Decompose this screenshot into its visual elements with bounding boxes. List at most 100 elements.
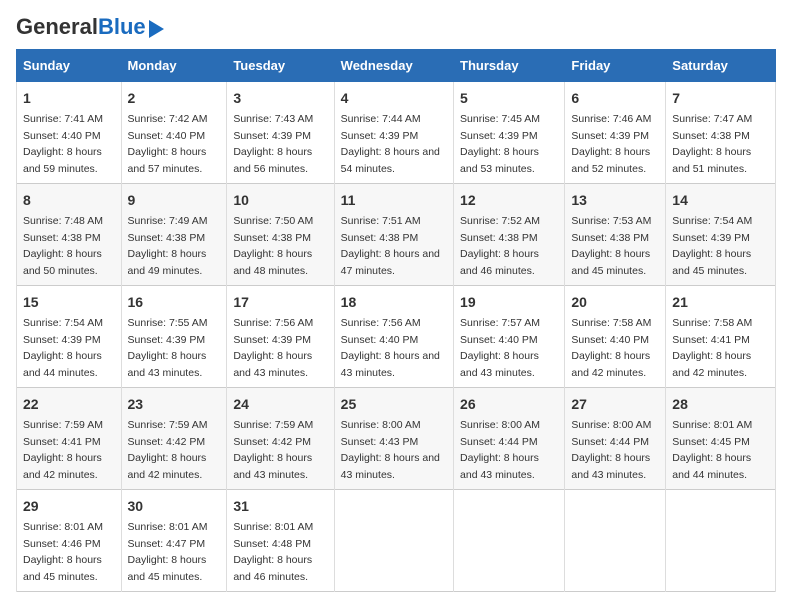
day-info: Sunrise: 7:57 AMSunset: 4:40 PMDaylight:… bbox=[460, 317, 540, 379]
calendar-cell: 19 Sunrise: 7:57 AMSunset: 4:40 PMDayligh… bbox=[454, 286, 565, 388]
day-info: Sunrise: 7:44 AMSunset: 4:39 PMDaylight:… bbox=[341, 113, 440, 175]
calendar-cell: 30 Sunrise: 8:01 AMSunset: 4:47 PMDayligh… bbox=[121, 490, 227, 592]
calendar-cell bbox=[666, 490, 776, 592]
day-number: 25 bbox=[341, 394, 447, 415]
day-info: Sunrise: 8:01 AMSunset: 4:46 PMDaylight:… bbox=[23, 521, 103, 583]
calendar-cell: 17 Sunrise: 7:56 AMSunset: 4:39 PMDayligh… bbox=[227, 286, 334, 388]
day-number: 4 bbox=[341, 88, 447, 109]
calendar-cell: 3 Sunrise: 7:43 AMSunset: 4:39 PMDaylight… bbox=[227, 82, 334, 184]
calendar-cell: 24Sunrise: 7:59 AMSunset: 4:42 PMDayligh… bbox=[227, 388, 334, 490]
calendar-cell: 6 Sunrise: 7:46 AMSunset: 4:39 PMDaylight… bbox=[565, 82, 666, 184]
calendar-cell: 27Sunrise: 8:00 AMSunset: 4:44 PMDayligh… bbox=[565, 388, 666, 490]
day-number: 26 bbox=[460, 394, 558, 415]
day-info: Sunrise: 7:48 AMSunset: 4:38 PMDaylight:… bbox=[23, 215, 103, 277]
day-number: 29 bbox=[23, 496, 115, 517]
day-info: Sunrise: 7:52 AMSunset: 4:38 PMDaylight:… bbox=[460, 215, 540, 277]
calendar-cell: 13Sunrise: 7:53 AMSunset: 4:38 PMDayligh… bbox=[565, 184, 666, 286]
calendar-cell: 21 Sunrise: 7:58 AMSunset: 4:41 PMDayligh… bbox=[666, 286, 776, 388]
day-info: Sunrise: 7:59 AMSunset: 4:42 PMDaylight:… bbox=[128, 419, 208, 481]
day-info: Sunrise: 7:46 AMSunset: 4:39 PMDaylight:… bbox=[571, 113, 651, 175]
day-info: Sunrise: 8:01 AMSunset: 4:45 PMDaylight:… bbox=[672, 419, 752, 481]
calendar-cell: 23 Sunrise: 7:59 AMSunset: 4:42 PMDayligh… bbox=[121, 388, 227, 490]
day-info: Sunrise: 8:00 AMSunset: 4:43 PMDaylight:… bbox=[341, 419, 440, 481]
calendar-cell: 8 Sunrise: 7:48 AMSunset: 4:38 PMDaylight… bbox=[17, 184, 122, 286]
col-header-wednesday: Wednesday bbox=[334, 50, 453, 82]
day-number: 30 bbox=[128, 496, 221, 517]
day-info: Sunrise: 8:01 AMSunset: 4:48 PMDaylight:… bbox=[233, 521, 313, 583]
day-info: Sunrise: 7:59 AMSunset: 4:41 PMDaylight:… bbox=[23, 419, 103, 481]
calendar-cell: 18 Sunrise: 7:56 AMSunset: 4:40 PMDayligh… bbox=[334, 286, 453, 388]
day-number: 1 bbox=[23, 88, 115, 109]
calendar-week-5: 29 Sunrise: 8:01 AMSunset: 4:46 PMDayligh… bbox=[17, 490, 776, 592]
calendar-cell: 12 Sunrise: 7:52 AMSunset: 4:38 PMDayligh… bbox=[454, 184, 565, 286]
day-info: Sunrise: 7:58 AMSunset: 4:41 PMDaylight:… bbox=[672, 317, 752, 379]
header: GeneralBlue bbox=[16, 16, 776, 39]
day-info: Sunrise: 8:00 AMSunset: 4:44 PMDaylight:… bbox=[460, 419, 540, 481]
day-info: Sunrise: 7:58 AMSunset: 4:40 PMDaylight:… bbox=[571, 317, 651, 379]
day-number: 22 bbox=[23, 394, 115, 415]
col-header-thursday: Thursday bbox=[454, 50, 565, 82]
calendar-cell: 15 Sunrise: 7:54 AMSunset: 4:39 PMDayligh… bbox=[17, 286, 122, 388]
day-info: Sunrise: 7:50 AMSunset: 4:38 PMDaylight:… bbox=[233, 215, 313, 277]
day-number: 23 bbox=[128, 394, 221, 415]
day-info: Sunrise: 7:41 AMSunset: 4:40 PMDaylight:… bbox=[23, 113, 103, 175]
col-header-saturday: Saturday bbox=[666, 50, 776, 82]
calendar-table: SundayMondayTuesdayWednesdayThursdayFrid… bbox=[16, 49, 776, 592]
day-info: Sunrise: 7:54 AMSunset: 4:39 PMDaylight:… bbox=[23, 317, 103, 379]
day-number: 31 bbox=[233, 496, 327, 517]
day-number: 14 bbox=[672, 190, 769, 211]
calendar-week-3: 15 Sunrise: 7:54 AMSunset: 4:39 PMDayligh… bbox=[17, 286, 776, 388]
logo: GeneralBlue bbox=[16, 16, 146, 39]
calendar-cell: 20 Sunrise: 7:58 AMSunset: 4:40 PMDayligh… bbox=[565, 286, 666, 388]
day-number: 18 bbox=[341, 292, 447, 313]
day-number: 12 bbox=[460, 190, 558, 211]
logo-text: GeneralBlue bbox=[16, 14, 146, 39]
day-info: Sunrise: 7:56 AMSunset: 4:39 PMDaylight:… bbox=[233, 317, 313, 379]
calendar-cell bbox=[565, 490, 666, 592]
day-number: 16 bbox=[128, 292, 221, 313]
calendar-cell: 10Sunrise: 7:50 AMSunset: 4:38 PMDayligh… bbox=[227, 184, 334, 286]
calendar-cell: 22 Sunrise: 7:59 AMSunset: 4:41 PMDayligh… bbox=[17, 388, 122, 490]
day-number: 9 bbox=[128, 190, 221, 211]
day-number: 8 bbox=[23, 190, 115, 211]
calendar-cell: 5Sunrise: 7:45 AMSunset: 4:39 PMDaylight… bbox=[454, 82, 565, 184]
day-info: Sunrise: 8:01 AMSunset: 4:47 PMDaylight:… bbox=[128, 521, 208, 583]
day-info: Sunrise: 7:55 AMSunset: 4:39 PMDaylight:… bbox=[128, 317, 208, 379]
col-header-friday: Friday bbox=[565, 50, 666, 82]
calendar-cell: 31 Sunrise: 8:01 AMSunset: 4:48 PMDayligh… bbox=[227, 490, 334, 592]
day-info: Sunrise: 7:43 AMSunset: 4:39 PMDaylight:… bbox=[233, 113, 313, 175]
calendar-cell: 7 Sunrise: 7:47 AMSunset: 4:38 PMDaylight… bbox=[666, 82, 776, 184]
day-number: 21 bbox=[672, 292, 769, 313]
day-info: Sunrise: 7:47 AMSunset: 4:38 PMDaylight:… bbox=[672, 113, 752, 175]
calendar-cell: 16 Sunrise: 7:55 AMSunset: 4:39 PMDayligh… bbox=[121, 286, 227, 388]
calendar-week-2: 8 Sunrise: 7:48 AMSunset: 4:38 PMDaylight… bbox=[17, 184, 776, 286]
calendar-cell: 29 Sunrise: 8:01 AMSunset: 4:46 PMDayligh… bbox=[17, 490, 122, 592]
calendar-week-4: 22 Sunrise: 7:59 AMSunset: 4:41 PMDayligh… bbox=[17, 388, 776, 490]
day-number: 7 bbox=[672, 88, 769, 109]
col-header-monday: Monday bbox=[121, 50, 227, 82]
calendar-cell: 4 Sunrise: 7:44 AMSunset: 4:39 PMDaylight… bbox=[334, 82, 453, 184]
day-number: 11 bbox=[341, 190, 447, 211]
calendar-cell bbox=[454, 490, 565, 592]
calendar-cell bbox=[334, 490, 453, 592]
day-number: 20 bbox=[571, 292, 659, 313]
col-header-sunday: Sunday bbox=[17, 50, 122, 82]
day-info: Sunrise: 8:00 AMSunset: 4:44 PMDaylight:… bbox=[571, 419, 651, 481]
day-info: Sunrise: 7:42 AMSunset: 4:40 PMDaylight:… bbox=[128, 113, 208, 175]
calendar-cell: 1 Sunrise: 7:41 AMSunset: 4:40 PMDaylight… bbox=[17, 82, 122, 184]
col-header-tuesday: Tuesday bbox=[227, 50, 334, 82]
day-number: 3 bbox=[233, 88, 327, 109]
calendar-cell: 25 Sunrise: 8:00 AMSunset: 4:43 PMDayligh… bbox=[334, 388, 453, 490]
day-number: 13 bbox=[571, 190, 659, 211]
day-number: 15 bbox=[23, 292, 115, 313]
day-number: 19 bbox=[460, 292, 558, 313]
day-info: Sunrise: 7:56 AMSunset: 4:40 PMDaylight:… bbox=[341, 317, 440, 379]
day-number: 2 bbox=[128, 88, 221, 109]
day-number: 17 bbox=[233, 292, 327, 313]
day-number: 24 bbox=[233, 394, 327, 415]
day-info: Sunrise: 7:49 AMSunset: 4:38 PMDaylight:… bbox=[128, 215, 208, 277]
day-number: 6 bbox=[571, 88, 659, 109]
calendar-cell: 14Sunrise: 7:54 AMSunset: 4:39 PMDayligh… bbox=[666, 184, 776, 286]
calendar-cell: 11Sunrise: 7:51 AMSunset: 4:38 PMDayligh… bbox=[334, 184, 453, 286]
calendar-cell: 2 Sunrise: 7:42 AMSunset: 4:40 PMDaylight… bbox=[121, 82, 227, 184]
